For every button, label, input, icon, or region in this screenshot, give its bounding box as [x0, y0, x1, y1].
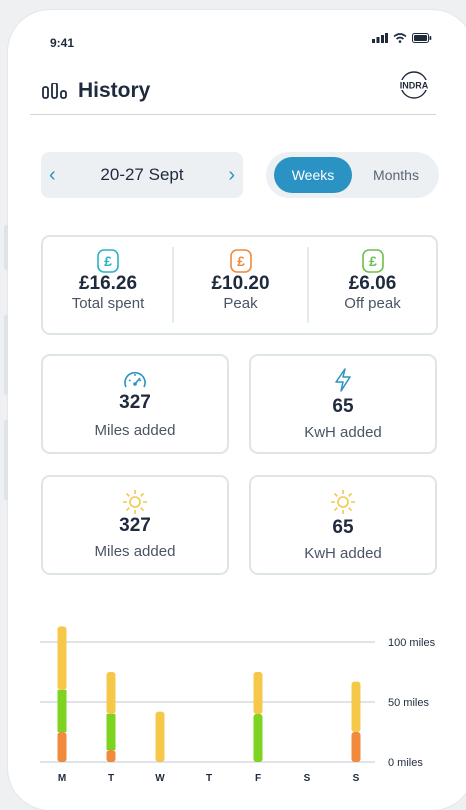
x-tick-label: T	[206, 773, 212, 784]
spend-label: Total spent	[71, 295, 145, 312]
pound-icon: £	[229, 249, 252, 273]
svg-text:£: £	[237, 253, 245, 269]
lightning-icon	[335, 368, 351, 392]
stat-card-miles: 327 Miles added	[41, 354, 229, 454]
miles-chart: 100 miles 50 miles 0 miles M T W T F S S	[40, 626, 436, 784]
side-button	[4, 225, 8, 270]
x-tick-label: W	[155, 773, 165, 784]
chart-bar-segment	[106, 714, 116, 750]
status-time: 9:41	[50, 36, 75, 50]
indra-logo: INDRA	[392, 71, 436, 99]
stat-value: 65	[332, 396, 354, 417]
sun-icon	[331, 490, 355, 514]
spend-label: Peak	[223, 295, 258, 312]
page-title: History	[78, 79, 151, 102]
spend-amount: £16.26	[78, 273, 138, 294]
pound-icon: £	[361, 249, 384, 273]
chart-bar-segment	[57, 626, 67, 690]
chart-bar-segment	[253, 714, 263, 762]
spend-total: £ £16.26 Total spent	[43, 237, 173, 333]
stat-card-solar-kwh: 65 KwH added	[249, 475, 437, 575]
history-icon	[42, 83, 67, 99]
y-tick-label: 50 miles	[388, 697, 429, 709]
chart-bar-segment	[351, 732, 361, 762]
y-tick-label: 0 miles	[388, 757, 423, 769]
tab-months[interactable]: Months	[358, 157, 434, 193]
spend-peak: £ £10.20 Peak	[174, 237, 307, 333]
period-toggle: Weeks Months	[266, 152, 439, 198]
stat-value: 65	[332, 517, 354, 538]
stat-value: 327	[119, 392, 151, 413]
tab-weeks[interactable]: Weeks	[274, 157, 352, 193]
x-tick-label: S	[304, 773, 311, 784]
side-button	[4, 315, 8, 395]
sun-icon	[123, 490, 147, 514]
stat-label: Miles added	[94, 543, 176, 560]
x-tick-label: F	[255, 773, 261, 784]
logo-text: INDRA	[400, 81, 429, 91]
x-tick-label: T	[108, 773, 114, 784]
spend-amount: £6.06	[348, 273, 397, 294]
spend-summary-card: £ £16.26 Total spent £ £10.20 Peak £ £6.…	[41, 235, 438, 335]
header: History INDRA	[30, 70, 436, 115]
stat-label: KwH added	[304, 545, 382, 562]
x-tick-label: M	[58, 773, 66, 784]
chart-bar-segment	[57, 732, 67, 762]
chart-bar-segment	[351, 681, 361, 732]
chart-bar-segment	[155, 711, 165, 762]
side-button	[4, 420, 8, 500]
date-range-selector: ‹ 20-27 Sept ›	[41, 152, 243, 198]
stat-card-solar-miles: 327 Miles added	[41, 475, 229, 575]
chart-bar-segment	[106, 750, 116, 762]
chart-bar-segment	[253, 672, 263, 714]
spend-off-peak: £ £6.06 Off peak	[309, 237, 436, 333]
chevron-right-icon[interactable]: ›	[228, 164, 235, 187]
stat-card-kwh: 65 KwH added	[249, 354, 437, 454]
stat-label: KwH added	[304, 424, 382, 441]
signal-icon	[372, 33, 388, 43]
chart-bar-segment	[106, 672, 116, 714]
date-range-label: 20-27 Sept	[100, 165, 184, 184]
stat-value: 327	[119, 515, 151, 536]
pound-icon: £	[97, 249, 119, 273]
battery-icon	[412, 33, 432, 43]
spend-label: Off peak	[344, 295, 401, 312]
status-icons	[372, 33, 432, 43]
spend-amount: £10.20	[211, 273, 270, 294]
svg-text:£: £	[104, 253, 112, 269]
stat-label: Miles added	[94, 422, 176, 439]
y-tick-label: 100 miles	[388, 637, 436, 649]
chart-bar-segment	[57, 690, 67, 732]
svg-text:£: £	[369, 253, 377, 269]
speedometer-icon	[124, 371, 146, 388]
x-tick-label: S	[353, 773, 360, 784]
wifi-icon	[393, 33, 407, 43]
